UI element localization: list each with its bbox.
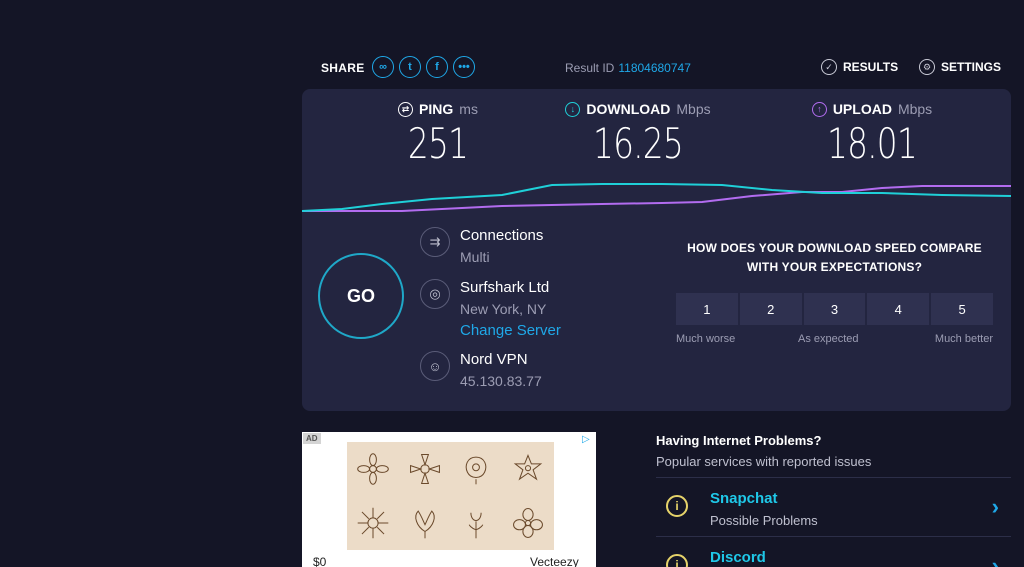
top-bar: SHARE ∞ t f ••• Result ID 11804680747 ✓ R… [321,55,1011,81]
ad-image[interactable] [347,442,554,550]
survey-question-line2: WITH YOUR EXPECTATIONS? [746,260,923,274]
connections-icon: ⇉ [420,227,450,257]
ad-choices-icon[interactable]: ▷ [582,434,594,446]
survey-option-5[interactable]: 5 [931,293,993,325]
problem-item-discord[interactable]: i Discord › [656,536,1011,567]
twitter-icon[interactable]: t [399,56,421,78]
server-name: Surfshark Ltd [460,279,550,296]
result-id: Result ID 11804680747 [565,61,691,75]
download-graph-line [302,183,1011,212]
provider-name: Nord VPN [460,351,528,368]
globe-icon: ◎ [420,279,450,309]
download-unit: Mbps [676,101,711,117]
flower-illustration [513,454,543,481]
advertisement[interactable]: AD ▷ $0 Vecteezy [302,432,596,567]
flower-illustration [409,454,440,484]
ping-icon: ⇄ [398,101,414,117]
upload-unit: Mbps [897,101,933,117]
ad-price: $0 [313,555,327,567]
ping-label: PING [419,101,454,117]
survey-question-line1: HOW DOES YOUR DOWNLOAD SPEED COMPARE [687,241,982,255]
go-button[interactable]: GO [318,253,404,339]
survey-question: HOW DOES YOUR DOWNLOAD SPEED COMPARE WIT… [676,239,993,277]
more-icon[interactable]: ••• [453,56,475,78]
ad-brand: Vecteezy [530,555,579,567]
problems-title: Having Internet Problems? [656,433,822,448]
speed-graph [302,183,1011,212]
user-icon: ☺ [420,351,450,381]
upload-metric: ↑ UPLOAD Mbps 18.01 [802,101,942,168]
download-value: 16.25 [593,119,684,168]
facebook-icon[interactable]: f [426,56,448,78]
download-metric: ↓ DOWNLOAD Mbps 16.25 [558,101,718,168]
link-icon[interactable]: ∞ [372,56,394,78]
ping-value: 251 [407,119,469,168]
connections-title: Connections [460,227,544,244]
settings-button[interactable]: ⚙ SETTINGS [919,59,1001,75]
chevron-right-icon: › [991,494,999,519]
survey-scale-labels: Much worse As expected Much better [676,333,993,349]
flower-illustration [414,510,435,539]
share-label: SHARE [321,61,365,75]
problem-service-name: Snapchat [710,490,778,507]
provider-row: ☺ Nord VPN 45.130.83.77 [420,351,542,389]
server-location: New York, NY [460,301,547,317]
gear-icon: ⚙ [919,59,935,75]
check-icon: ✓ [821,59,837,75]
upload-graph-line [302,185,1011,212]
survey-option-3[interactable]: 3 [803,293,866,325]
result-id-label: Result ID [565,61,615,75]
ad-badge: AD [303,433,321,444]
connections-mode[interactable]: Multi [460,249,543,265]
results-button[interactable]: ✓ RESULTS [821,59,898,75]
change-server-link[interactable]: Change Server [460,322,561,339]
download-icon: ↓ [565,101,581,117]
survey-label-right: Much better [934,333,993,345]
speedtest-card: ⇄ PING ms 251 ↓ DOWNLOAD Mbps 16.25 ↑ UP… [302,89,1011,411]
survey-label-left: Much worse [676,333,736,345]
problem-item-snapchat[interactable]: i Snapchat Possible Problems › [656,477,1011,529]
internet-problems-panel: Having Internet Problems? Popular servic… [656,433,1011,567]
ping-unit: ms [459,101,478,117]
server-row: ◎ Surfshark Ltd New York, NY Change Serv… [420,279,561,339]
provider-ip: 45.130.83.77 [460,373,542,389]
results-label: RESULTS [843,60,899,74]
flower-illustration [469,512,484,539]
download-label: DOWNLOAD [586,101,671,117]
share-icons: ∞ t f ••• [372,56,475,78]
info-icon: i [666,554,688,567]
upload-value: 18.01 [827,119,918,168]
survey-options: 1 2 3 4 5 [676,293,993,325]
connections-row: ⇉ Connections Multi [420,227,543,265]
problems-subtitle: Popular services with reported issues [656,454,872,469]
flower-illustration [357,453,389,485]
upload-label: UPLOAD [832,101,892,117]
flower-illustration [513,508,544,538]
settings-label: SETTINGS [941,60,1002,74]
survey-label-mid: As expected [798,333,859,345]
problem-status: Possible Problems [710,513,818,528]
chevron-right-icon: › [991,553,999,567]
survey-option-1[interactable]: 1 [676,293,738,325]
problem-service-name: Discord [710,549,766,566]
flower-illustration [357,507,389,539]
ping-metric: ⇄ PING ms 251 [388,101,488,168]
info-icon: i [666,495,688,517]
expectation-survey: HOW DOES YOUR DOWNLOAD SPEED COMPARE WIT… [676,239,993,349]
survey-option-2[interactable]: 2 [739,293,802,325]
flower-illustration [466,456,487,485]
result-id-value[interactable]: 11804680747 [618,61,691,75]
upload-icon: ↑ [811,101,827,117]
survey-option-4[interactable]: 4 [867,293,930,325]
